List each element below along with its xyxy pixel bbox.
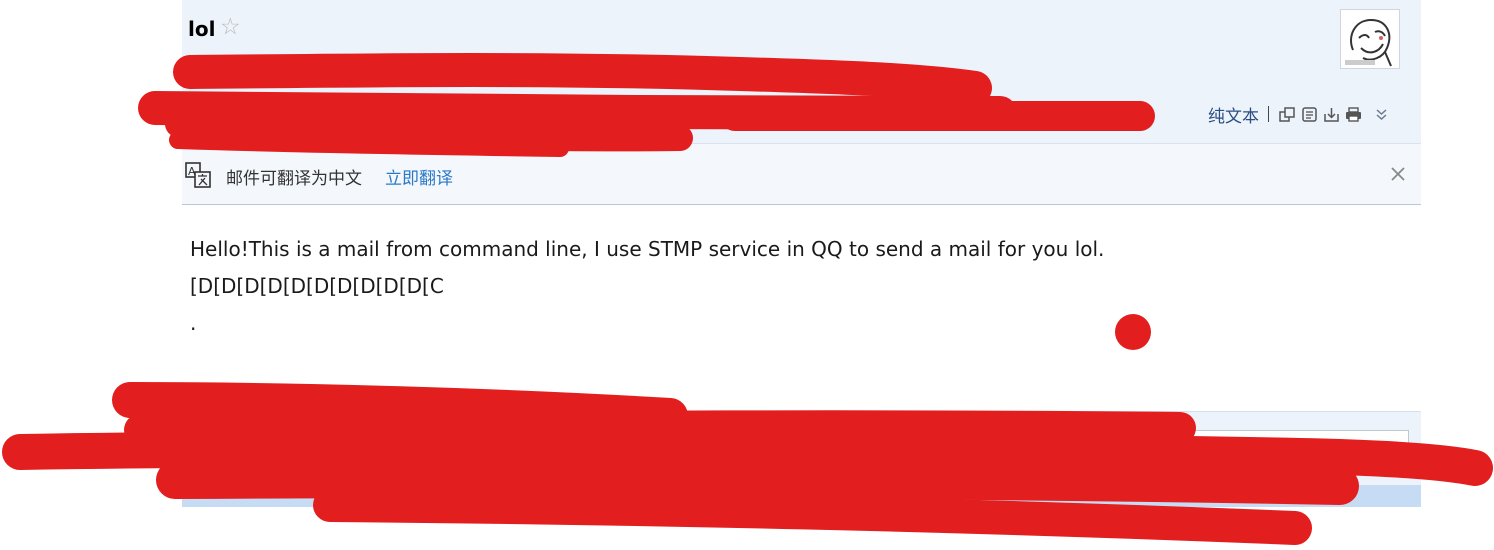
quick-reply-input[interactable] — [1028, 430, 1409, 468]
email-toolbar: 纯文本 — [1208, 102, 1395, 127]
quick-reply-panel — [182, 411, 1421, 507]
plain-text-link[interactable]: 纯文本 — [1208, 102, 1259, 127]
star-icon[interactable]: ☆ — [220, 14, 241, 40]
chevron-down-double-icon[interactable] — [1373, 106, 1390, 123]
body-line: . — [190, 311, 197, 335]
translate-now-link[interactable]: 立即翻译 — [385, 164, 453, 189]
translate-message: 邮件可翻译为中文 — [226, 169, 362, 189]
avatar-face-icon — [1341, 10, 1399, 68]
body-line: Hello!This is a mail from command line, … — [190, 237, 1105, 261]
redaction-stroke — [313, 488, 1312, 545]
body-line: [D[D[D[D[D[D[D[D[D[D[C — [190, 274, 444, 298]
close-icon[interactable] — [1390, 166, 1406, 182]
toolbar-separator — [1268, 106, 1269, 122]
new-window-icon[interactable] — [1279, 106, 1296, 123]
email-header: lol ☆ 纯文本 — [182, 0, 1421, 143]
note-icon[interactable] — [1301, 106, 1318, 123]
email-body: Hello!This is a mail from command line, … — [190, 231, 1104, 342]
email-subject: lol — [188, 17, 216, 41]
translate-banner: A 邮件可翻译为中文 立即翻译 — [182, 143, 1421, 205]
print-icon[interactable] — [1345, 106, 1362, 123]
bottom-bar — [182, 485, 1421, 507]
download-icon[interactable] — [1323, 106, 1340, 123]
sender-avatar[interactable] — [1340, 9, 1400, 69]
translate-icon: A — [184, 161, 212, 189]
email-view: lol ☆ 纯文本 A 邮件可翻译为中文 立即翻译 Hello!This is … — [182, 0, 1421, 507]
